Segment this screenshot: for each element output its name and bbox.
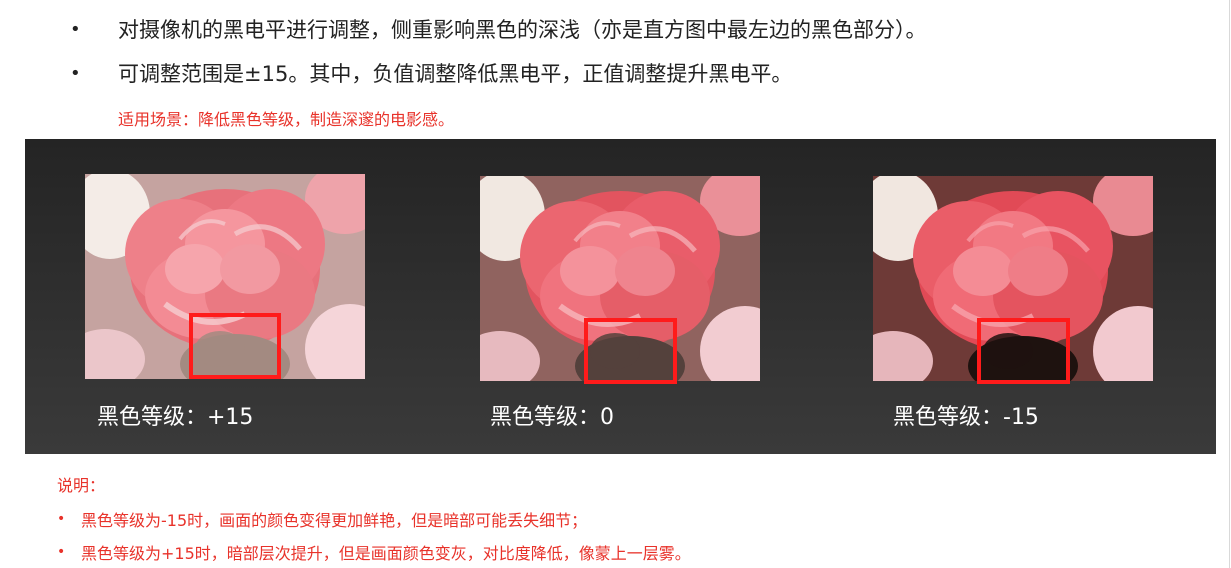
note-text: 黑色等级为-15时，画面的颜色变得更加鲜艳，但是暗部可能丢失细节； [81,511,588,530]
comparison-panel: 黑色等级：+15 黑色等级：0 黑色等级：-15 [25,139,1216,454]
note-item: • 黑色等级为-15时，画面的颜色变得更加鲜艳，但是暗部可能丢失细节； [57,507,587,531]
intro-bullet-2-text: 可调整范围是±15。其中，负值调整降低黑电平，正值调整提升黑电平。 [118,62,793,86]
bullet-dot-icon: • [57,511,66,527]
intro-bullet-1-text: 对摄像机的黑电平进行调整，侧重影响黑色的深浅（亦是直方图中最左边的黑色部分）。 [118,18,927,42]
note-text: 黑色等级为+15时，暗部层次提升，但是画面颜色变灰，对比度降低，像蒙上一层雾。 [81,544,691,563]
notes-title: 说明： [57,476,106,495]
shadow-highlight-box [977,318,1070,384]
usage-note: 适用场景：降低黑色等级，制造深邃的电影感。 [118,110,455,129]
bullet-dot-icon: • [70,18,81,40]
bullet-dot-icon: • [57,544,66,560]
shadow-highlight-box [189,313,281,379]
page-right-border [1229,0,1230,568]
shadow-highlight-box [584,318,677,384]
intro-bullet-1: • 对摄像机的黑电平进行调整，侧重影响黑色的深浅（亦是直方图中最左边的黑色部分）… [70,14,927,44]
sample-label: 黑色等级：+15 [97,405,254,430]
intro-bullet-2: • 可调整范围是±15。其中，负值调整降低黑电平，正值调整提升黑电平。 [70,58,792,88]
sample-label: 黑色等级：0 [490,405,614,430]
note-item: • 黑色等级为+15时，暗部层次提升，但是画面颜色变灰，对比度降低，像蒙上一层雾… [57,540,691,564]
sample-label: 黑色等级：-15 [893,405,1039,430]
bullet-dot-icon: • [70,62,81,84]
